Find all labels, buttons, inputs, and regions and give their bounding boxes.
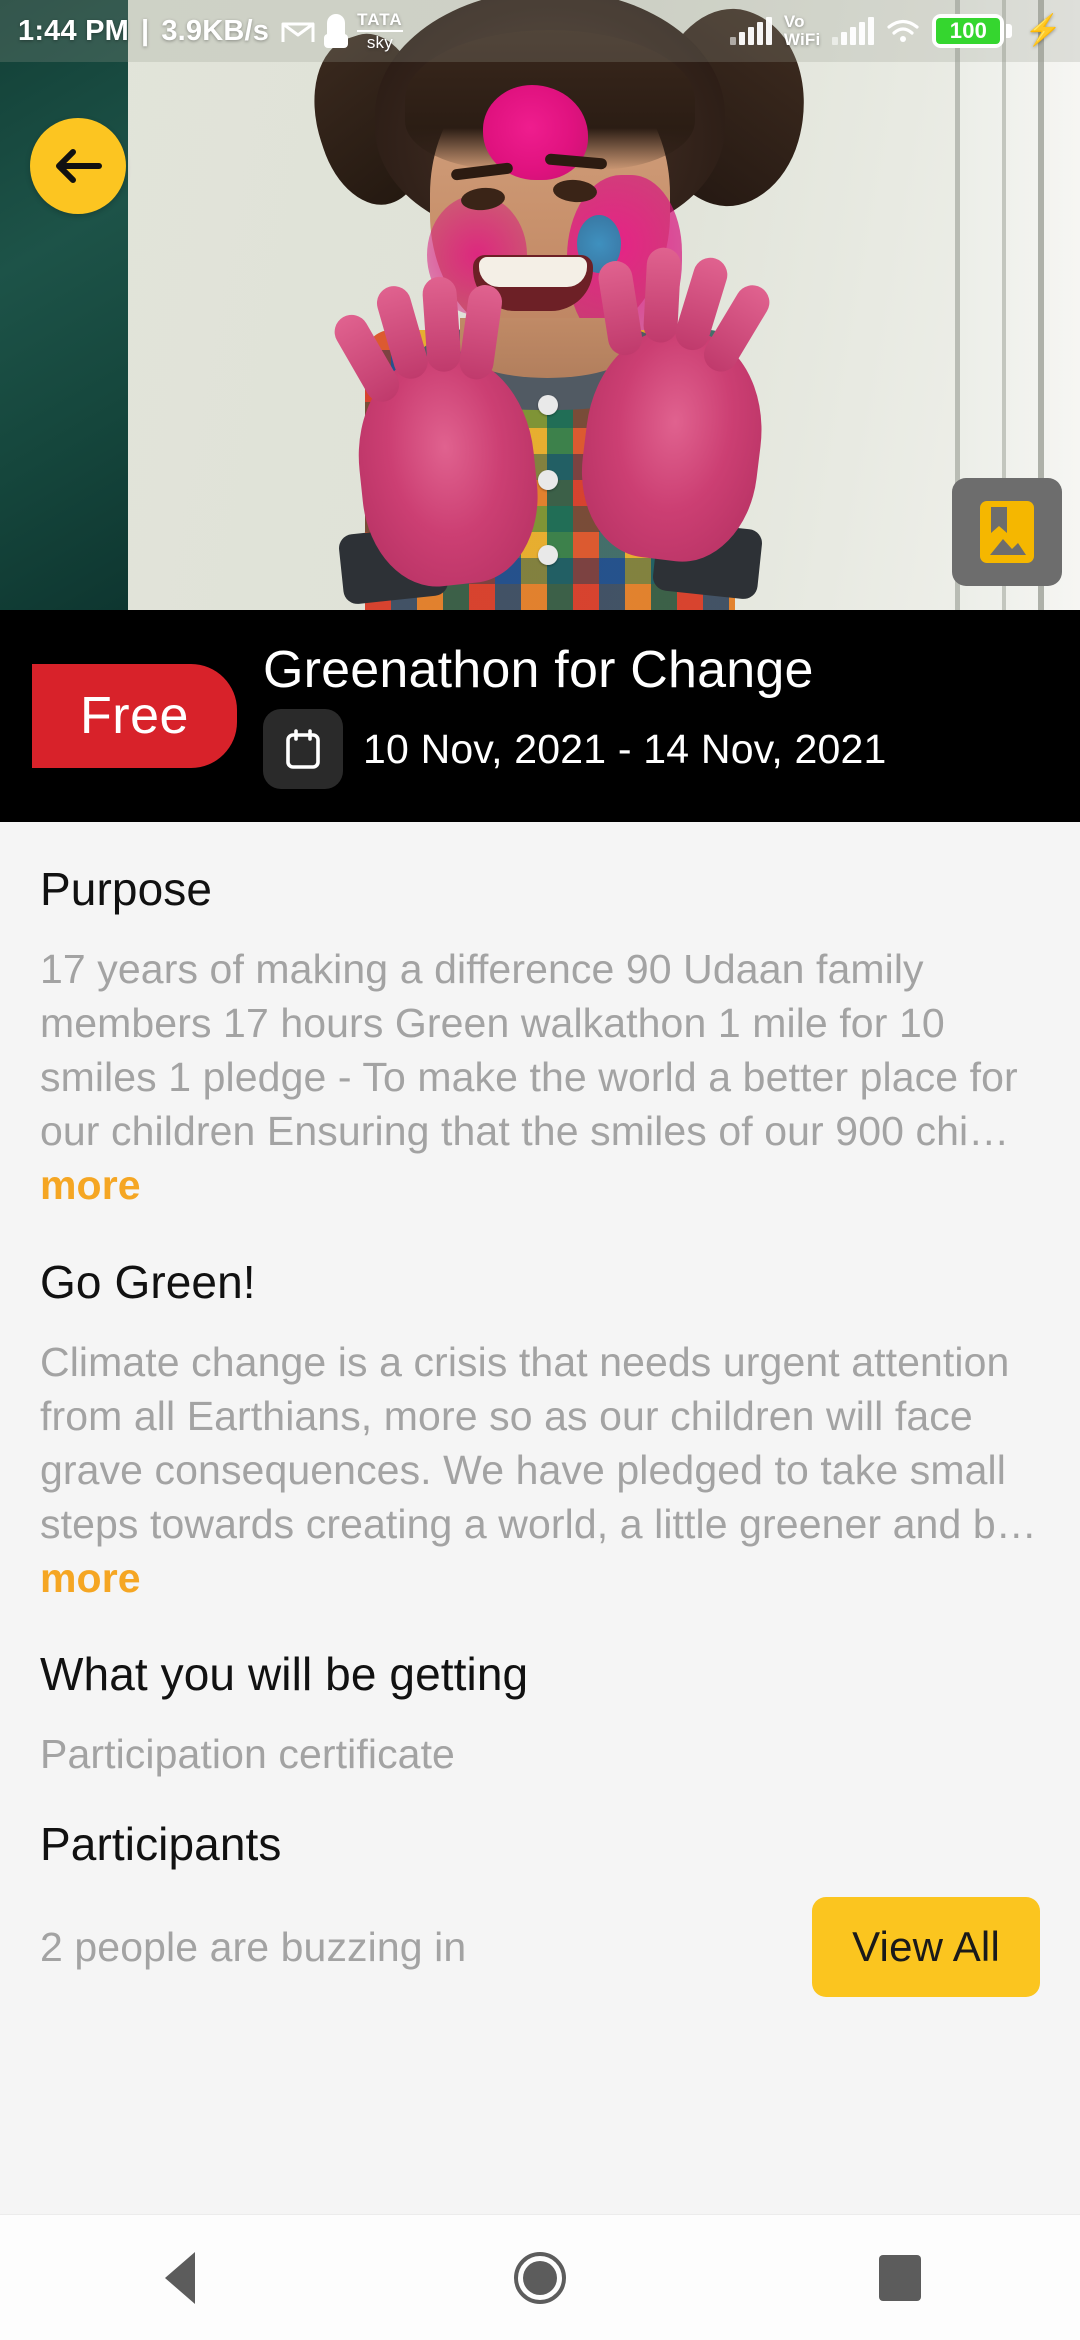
back-button[interactable] (30, 118, 126, 214)
carrier-logo: TATA sky (357, 11, 403, 51)
section-heading: Purpose (40, 863, 213, 915)
android-navigation-bar (0, 2214, 1080, 2340)
battery-level: 100 (936, 18, 1001, 44)
price-badge: Free (32, 664, 237, 768)
price-badge-label: Free (80, 687, 189, 745)
section-body: Climate change is a crisis that needs ur… (40, 1335, 1040, 1606)
event-date-range: 10 Nov, 2021 - 14 Nov, 2021 (363, 725, 887, 772)
calendar-icon (263, 709, 343, 790)
event-date-row: 10 Nov, 2021 - 14 Nov, 2021 (263, 709, 887, 790)
charging-bolt-icon: ⚡ (1024, 14, 1062, 47)
status-network-speed: 3.9KB/s (161, 14, 270, 47)
section-heading: What you will be getting (40, 1648, 529, 1701)
status-separator: | (141, 14, 150, 47)
read-more-link[interactable]: more (40, 1555, 141, 1601)
section-go-green: Go Green! Climate change is a crisis tha… (40, 1255, 1040, 1606)
photo-curtain (0, 0, 128, 610)
photo-button (538, 470, 558, 490)
section-heading: Participants (40, 1818, 282, 1871)
nav-back-button[interactable] (100, 2215, 260, 2340)
event-title-bar: Free Greenathon for Change 10 Nov, 2021 … (0, 610, 1080, 822)
status-time: 1:44 PM (18, 14, 129, 47)
event-title: Greenathon for Change (263, 640, 814, 699)
signal-bars-icon (729, 17, 772, 45)
nav-home-circle-icon (514, 2251, 566, 2304)
view-all-button[interactable]: View All (812, 1897, 1040, 1998)
event-photo (0, 0, 1080, 610)
gallery-badge-button[interactable] (952, 478, 1062, 586)
nav-recents-button[interactable] (820, 2215, 980, 2340)
signal-bars-icon (832, 17, 875, 45)
section-purpose: Purpose 17 years of making a difference … (40, 862, 1040, 1213)
participants-count-text: 2 people are buzzing in (40, 1924, 467, 1971)
status-bar-right: Vo WiFi 100 ⚡ (729, 13, 1062, 49)
event-details-content[interactable]: Purpose 17 years of making a difference … (0, 822, 1080, 2214)
volte-line2: WiFi (783, 30, 821, 49)
section-participants: Participants 2 people are buzzing in Vie… (40, 1817, 1040, 1998)
hero-image: 1:44 PM | 3.9KB/s TATA sky Vo WiFi 100 ⚡ (0, 0, 1080, 610)
wifi-icon (886, 18, 920, 44)
status-bar: 1:44 PM | 3.9KB/s TATA sky Vo WiFi 100 ⚡ (0, 0, 1080, 62)
participants-row: 2 people are buzzing in View All (40, 1897, 1040, 1998)
keyhole-icon (324, 14, 349, 48)
carrier-name-line1: TATA (357, 11, 403, 32)
status-bar-left: 1:44 PM | 3.9KB/s TATA sky (18, 11, 403, 51)
read-more-link[interactable]: more (40, 1162, 141, 1208)
photo-button (538, 395, 558, 415)
volte-wifi-indicator: Vo WiFi (784, 13, 821, 49)
carrier-name-line2: sky (366, 33, 393, 52)
photo-button (538, 545, 558, 565)
nav-recents-square-icon (879, 2254, 921, 2301)
section-body-text: 17 years of making a difference 90 Udaan… (40, 946, 1018, 1155)
section-body: 17 years of making a difference 90 Udaan… (40, 942, 1040, 1213)
photo-teeth (479, 257, 587, 287)
section-heading: Go Green! (40, 1255, 256, 1308)
section-body-text: Climate change is a crisis that needs ur… (40, 1338, 1037, 1547)
section-body: Participation certificate (40, 1731, 455, 1778)
volte-line1: Vo (783, 12, 805, 32)
battery-indicator: 100 (932, 14, 1013, 48)
gallery-bookmark-icon (980, 501, 1034, 563)
section-what-you-get: What you will be getting Participation c… (40, 1647, 1040, 1781)
photo-subject (255, 0, 845, 610)
nav-back-triangle-icon (165, 2251, 195, 2304)
phone-screen: 1:44 PM | 3.9KB/s TATA sky Vo WiFi 100 ⚡… (0, 0, 1080, 2340)
event-title-block: Greenathon for Change 10 Nov, 2021 - 14 … (263, 643, 887, 790)
nav-home-button[interactable] (460, 2215, 620, 2340)
gmail-icon (281, 18, 315, 44)
arrow-left-icon (56, 149, 102, 183)
